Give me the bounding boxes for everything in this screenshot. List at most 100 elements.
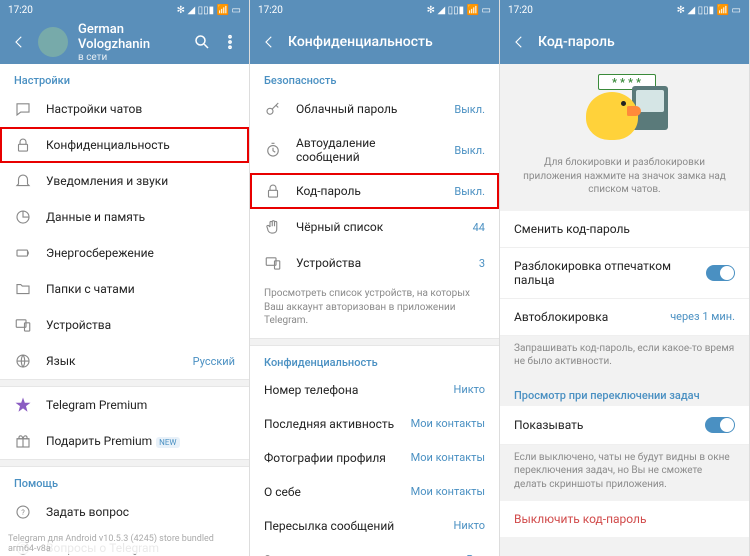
new-badge: NEW — [156, 437, 179, 448]
globe-icon — [14, 352, 32, 370]
section-help: Помощь — [0, 467, 249, 494]
row-disable-passcode[interactable]: Выключить код-пароль — [500, 501, 749, 537]
row-label: Уведомления и звуки — [46, 174, 235, 188]
row-language[interactable]: Язык Русский — [0, 343, 249, 379]
divider — [0, 379, 249, 387]
row-calls[interactable]: Звонки Все — [250, 543, 499, 556]
profile-toolbar: German Vologzhanin в сети — [0, 20, 249, 64]
row-data-storage[interactable]: Данные и память — [0, 199, 249, 235]
devices-icon — [14, 316, 32, 334]
row-premium[interactable]: Telegram Premium — [0, 387, 249, 423]
lock-icon — [14, 136, 32, 154]
show-content-toggle[interactable] — [705, 417, 735, 433]
row-label: Задать вопрос — [46, 505, 235, 519]
row-label: Фотографии профиля — [264, 451, 397, 465]
devices-icon — [264, 254, 282, 272]
row-value: Выкл. — [454, 103, 485, 116]
row-phone-number[interactable]: Номер телефона Никто — [250, 373, 499, 407]
back-icon[interactable] — [10, 33, 28, 51]
status-icons: ✻ ◢ ▯▯▮ 📶 ▭ — [677, 5, 741, 16]
divider — [0, 459, 249, 467]
row-forwarding[interactable]: Пересылка сообщений Никто — [250, 509, 499, 543]
passcode-screen: 17:20 ✻ ◢ ▯▯▮ 📶 ▭ Код-пароль **** Для бл… — [500, 0, 750, 556]
row-label: Энергосбережение — [46, 246, 235, 260]
row-value: через 1 мин. — [670, 310, 735, 323]
row-profile-photos[interactable]: Фотографии профиля Мои контакты — [250, 441, 499, 475]
row-label: Язык — [46, 354, 179, 368]
bell-icon — [14, 172, 32, 190]
status-bar: 17:20 ✻ ◢ ▯▯▮ 📶 ▭ — [0, 0, 249, 20]
question-chat-icon: ? — [14, 503, 32, 521]
gift-icon — [14, 432, 32, 450]
profile-block[interactable]: German Vologzhanin в сети — [78, 22, 183, 63]
row-blocked-users[interactable]: Чёрный список 44 — [250, 209, 499, 245]
row-fingerprint[interactable]: Разблокировка отпечатком пальца — [500, 248, 749, 299]
row-auto-delete[interactable]: Автоудаление сообщений Выкл. — [250, 127, 499, 173]
settings-content[interactable]: Настройки Настройки чатов Конфиденциальн… — [0, 64, 249, 556]
row-value: Выкл. — [454, 144, 485, 157]
battery-icon — [14, 244, 32, 262]
duck-safe-sticker: **** — [580, 78, 670, 148]
row-gift-premium[interactable]: Подарить Premium NEW — [0, 423, 249, 459]
row-label: Показывать — [514, 418, 583, 432]
row-sessions[interactable]: Устройства 3 — [250, 245, 499, 281]
back-icon[interactable] — [510, 33, 528, 51]
profile-status: в сети — [78, 52, 183, 63]
row-power[interactable]: Энергосбережение — [0, 235, 249, 271]
row-cloud-password[interactable]: Облачный пароль Выкл. — [250, 91, 499, 127]
row-label: Конфиденциальность — [46, 138, 235, 152]
section-settings: Настройки — [0, 64, 249, 91]
row-label: Разблокировка отпечатком пальца — [514, 259, 706, 287]
duck-graphic — [586, 92, 638, 140]
section-privacy: Конфиденциальность — [250, 346, 499, 373]
row-devices[interactable]: Устройства — [0, 307, 249, 343]
search-icon[interactable] — [193, 33, 211, 51]
row-value: Мои контакты — [411, 485, 485, 498]
passcode-sticker: **** Для блокировки и разблокировки прил… — [500, 64, 749, 211]
row-change-passcode[interactable]: Сменить код-пароль — [500, 211, 749, 248]
toolbar-title: Конфиденциальность — [288, 34, 489, 50]
version-text: Telegram для Android v10.5.3 (4245) stor… — [8, 534, 241, 554]
folder-icon — [14, 280, 32, 298]
pie-icon — [14, 208, 32, 226]
passcode-toolbar: Код-пароль — [500, 20, 749, 64]
row-about[interactable]: О себе Мои контакты — [250, 475, 499, 509]
row-label: Автоудаление сообщений — [296, 136, 440, 164]
row-value: 3 — [479, 257, 485, 270]
privacy-content[interactable]: Безопасность Облачный пароль Выкл. Автоу… — [250, 64, 499, 556]
status-time: 17:20 — [258, 5, 283, 16]
star-icon — [14, 396, 32, 414]
section-show: Просмотр при переключении задач — [500, 379, 749, 406]
gift-label: Подарить Premium — [46, 434, 152, 448]
row-label: Автоблокировка — [514, 310, 608, 324]
key-icon — [264, 100, 282, 118]
row-label: О себе — [264, 485, 397, 499]
row-show-content[interactable]: Показывать — [500, 406, 749, 445]
profile-name: German Vologzhanin — [78, 22, 183, 52]
row-autolock[interactable]: Автоблокировка через 1 мин. — [500, 299, 749, 336]
back-icon[interactable] — [260, 33, 278, 51]
row-label: Папки с чатами — [46, 282, 235, 296]
avatar[interactable] — [38, 27, 68, 57]
row-chat-settings[interactable]: Настройки чатов — [0, 91, 249, 127]
fingerprint-toggle[interactable] — [706, 265, 735, 281]
row-notifications[interactable]: Уведомления и звуки — [0, 163, 249, 199]
row-privacy[interactable]: Конфиденциальность — [0, 127, 249, 163]
row-passcode[interactable]: Код-пароль Выкл. — [250, 173, 499, 209]
passcode-content[interactable]: **** Для блокировки и разблокировки прил… — [500, 64, 749, 556]
privacy-screen: 17:20 ✻ ◢ ▯▯▮ 📶 ▭ Конфиденциальность Без… — [250, 0, 500, 556]
more-icon[interactable] — [221, 33, 239, 51]
timer-icon — [264, 141, 282, 159]
hand-icon — [264, 218, 282, 236]
devices-caption: Просмотреть список устройств, на которых… — [250, 281, 499, 338]
row-label: Устройства — [296, 256, 465, 270]
row-label: Telegram Premium — [46, 398, 235, 412]
svg-text:?: ? — [21, 508, 25, 517]
row-ask-question[interactable]: ? Задать вопрос — [0, 494, 249, 530]
row-label: Номер телефона — [264, 383, 440, 397]
row-label: Облачный пароль — [296, 102, 440, 116]
row-folders[interactable]: Папки с чатами — [0, 271, 249, 307]
row-label: Код-пароль — [296, 184, 440, 198]
row-last-seen[interactable]: Последняя активность Мои контакты — [250, 407, 499, 441]
privacy-toolbar: Конфиденциальность — [250, 20, 499, 64]
